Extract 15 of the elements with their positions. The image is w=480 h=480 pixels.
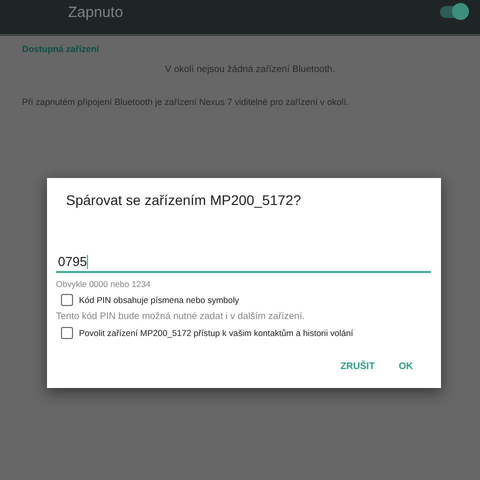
checkbox[interactable] [61,327,73,339]
checkbox-label: Kód PIN obsahuje písmena nebo symboly [79,295,240,305]
section-title: Dostupná zařízení [21,43,100,54]
checkbox-label: Povolit zařízení MP200_5172 přístup k vašim kontaktům a historii volání [79,328,354,338]
dialog-button[interactable]: OK [390,357,421,376]
checkbox[interactable] [61,294,73,306]
status-label: Zapnuto [68,4,124,20]
hint-text: Obvykle 0000 nebo 1234 [56,279,152,289]
toggle-switch[interactable] [440,6,466,18]
empty-message: V okolí nejsou žádná zařízení Bluetooth. [164,63,336,75]
visibility-note: Při zapnutém připojení Bluetooth je zařízení Nexus 7 viditelné pro zařízení v okolí. [21,96,350,107]
dialog-button[interactable]: ZRUŠIT [332,357,383,376]
info-text: Tento kód PIN bude možná nutné zadat i v dalším zařízení. [56,311,306,322]
pin-input-field[interactable]: 0795 [56,254,431,273]
dialog-title: Spárovat se zařízením MP200_5172? [65,192,302,208]
